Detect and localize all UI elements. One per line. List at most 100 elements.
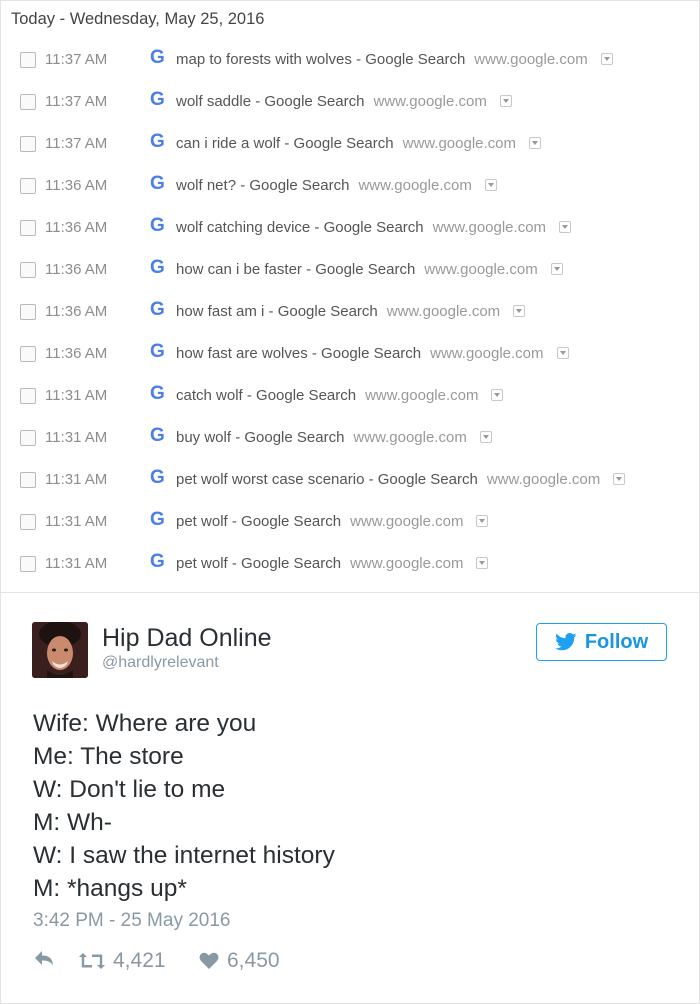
visit-time: 11:37 AM <box>45 51 108 68</box>
page-domain: www.google.com <box>353 429 467 446</box>
row-menu-chevron-icon[interactable] <box>559 221 572 233</box>
history-row[interactable]: 11:37 AM Gcan i ride a wolf - Google Sear… <box>1 123 699 165</box>
page-title-link[interactable]: pet wolf - Google Search <box>176 513 341 530</box>
row-checkbox[interactable] <box>20 52 36 68</box>
row-checkbox[interactable] <box>20 262 36 278</box>
google-favicon-icon: G <box>150 299 165 320</box>
row-menu-chevron-icon[interactable] <box>484 179 497 191</box>
history-row[interactable]: 11:31 AM Gpet wolf worst case scenario - … <box>1 459 699 501</box>
history-entry[interactable]: how fast am i - Google Search www.google.… <box>176 303 526 320</box>
page-title-link[interactable]: wolf net? - Google Search <box>176 177 349 194</box>
history-row[interactable]: 11:36 AM Ghow can i be faster - Google Se… <box>1 249 699 291</box>
history-row[interactable]: 11:36 AM Ghow fast am i - Google Search ww… <box>1 291 699 333</box>
history-row[interactable]: 11:36 AM Gwolf net? - Google Search www.go… <box>1 165 699 207</box>
row-menu-chevron-icon[interactable] <box>529 137 542 149</box>
visit-time: 11:37 AM <box>45 93 108 110</box>
row-checkbox[interactable] <box>20 556 36 572</box>
history-entry[interactable]: pet wolf - Google Search www.google.com <box>176 513 489 530</box>
row-checkbox[interactable] <box>20 94 36 110</box>
history-row[interactable]: 11:36 AM Ghow fast are wolves - Google Se… <box>1 333 699 375</box>
history-list: 11:37 AM Gmap to forests with wolves - Go… <box>1 39 699 585</box>
history-row[interactable]: 11:37 AM Gwolf saddle - Google Search www.… <box>1 81 699 123</box>
page-domain: www.google.com <box>424 261 538 278</box>
history-row[interactable]: 11:31 AM Gcatch wolf - Google Search www.g… <box>1 375 699 417</box>
history-row[interactable]: 11:31 AM Gbuy wolf - Google Search www.goo… <box>1 417 699 459</box>
page-title-link[interactable]: how can i be faster - Google Search <box>176 261 415 278</box>
google-favicon-icon: G <box>150 173 165 194</box>
page-title-link[interactable]: pet wolf worst case scenario - Google Se… <box>176 471 478 488</box>
follow-button[interactable]: Follow <box>536 623 667 661</box>
row-checkbox[interactable] <box>20 136 36 152</box>
google-favicon-icon: G <box>150 47 165 68</box>
tweet-timestamp[interactable]: 3:42 PM - 25 May 2016 <box>33 910 231 932</box>
row-checkbox[interactable] <box>20 304 36 320</box>
retweet-button[interactable]: 4,421 <box>79 949 166 973</box>
google-favicon-icon: G <box>150 509 165 530</box>
google-favicon-icon: G <box>150 551 165 572</box>
row-checkbox[interactable] <box>20 514 36 530</box>
page-domain: www.google.com <box>350 555 464 572</box>
history-row[interactable]: 11:36 AM Gwolf catching device - Google S… <box>1 207 699 249</box>
row-menu-chevron-icon[interactable] <box>600 53 613 65</box>
history-entry[interactable]: catch wolf - Google Search www.google.com <box>176 387 504 404</box>
row-checkbox[interactable] <box>20 472 36 488</box>
row-checkbox[interactable] <box>20 346 36 362</box>
page-title-link[interactable]: catch wolf - Google Search <box>176 387 356 404</box>
google-favicon-icon: G <box>150 467 165 488</box>
row-menu-chevron-icon[interactable] <box>613 473 626 485</box>
row-menu-chevron-icon[interactable] <box>513 305 526 317</box>
author-handle[interactable]: @hardlyrelevant <box>102 654 219 672</box>
row-menu-chevron-icon[interactable] <box>479 431 492 443</box>
row-checkbox[interactable] <box>20 220 36 236</box>
avatar[interactable] <box>32 622 88 678</box>
page-domain: www.google.com <box>432 219 547 236</box>
history-entry[interactable]: pet wolf - Google Search www.google.com <box>176 555 489 572</box>
row-menu-chevron-icon[interactable] <box>550 263 563 275</box>
history-entry[interactable]: pet wolf worst case scenario - Google Se… <box>176 471 626 488</box>
history-date-heading: Today - Wednesday, May 25, 2016 <box>11 10 265 28</box>
page-title-link[interactable]: how fast are wolves - Google Search <box>176 345 421 362</box>
follow-label: Follow <box>584 630 649 653</box>
reply-button[interactable] <box>33 949 55 967</box>
tweet-line: M: *hangs up* <box>33 875 187 902</box>
row-checkbox[interactable] <box>20 430 36 446</box>
tweet-line: Wife: Where are you <box>33 710 257 737</box>
visit-time: 11:31 AM <box>45 387 108 404</box>
page-title-link[interactable]: buy wolf - Google Search <box>176 429 344 446</box>
history-entry[interactable]: can i ride a wolf - Google Search www.goo… <box>176 135 542 152</box>
page-domain: www.google.com <box>486 471 601 488</box>
history-entry[interactable]: how can i be faster - Google Search www.g… <box>176 261 563 278</box>
row-checkbox[interactable] <box>20 178 36 194</box>
google-favicon-icon: G <box>150 425 165 446</box>
twitter-bird-icon <box>555 633 577 651</box>
row-menu-chevron-icon[interactable] <box>476 515 489 527</box>
row-menu-chevron-icon[interactable] <box>499 95 512 107</box>
visit-time: 11:37 AM <box>45 135 108 152</box>
history-entry[interactable]: wolf saddle - Google Search www.google.co… <box>176 93 512 110</box>
page-title-link[interactable]: wolf catching device - Google Search <box>176 219 424 236</box>
google-favicon-icon: G <box>150 257 165 278</box>
row-menu-chevron-icon[interactable] <box>476 557 489 569</box>
tweet-line: W: Don't lie to me <box>33 776 226 803</box>
row-menu-chevron-icon[interactable] <box>556 347 569 359</box>
row-checkbox[interactable] <box>20 388 36 404</box>
history-entry[interactable]: map to forests with wolves - Google Sear… <box>176 51 613 68</box>
history-entry[interactable]: how fast are wolves - Google Search www.g… <box>176 345 569 362</box>
history-row[interactable]: 11:31 AM Gpet wolf - Google Search www.goo… <box>1 543 699 585</box>
visit-time: 11:31 AM <box>45 513 108 530</box>
page-domain: www.google.com <box>350 513 464 530</box>
history-entry[interactable]: wolf net? - Google Search www.google.com <box>176 177 497 194</box>
page-title-link[interactable]: wolf saddle - Google Search <box>176 93 364 110</box>
history-row[interactable]: 11:31 AM Gpet wolf - Google Search www.goo… <box>1 501 699 543</box>
history-entry[interactable]: wolf catching device - Google Search www.… <box>176 219 572 236</box>
visit-time: 11:36 AM <box>45 177 108 194</box>
history-row[interactable]: 11:37 AM Gmap to forests with wolves - Go… <box>1 39 699 81</box>
author-name[interactable]: Hip Dad Online <box>102 624 272 653</box>
page-title-link[interactable]: pet wolf - Google Search <box>176 555 341 572</box>
page-title-link[interactable]: map to forests with wolves - Google Sear… <box>176 51 465 68</box>
page-title-link[interactable]: how fast am i - Google Search <box>176 303 378 320</box>
page-title-link[interactable]: can i ride a wolf - Google Search <box>176 135 394 152</box>
like-button[interactable]: 6,450 <box>199 949 280 973</box>
row-menu-chevron-icon[interactable] <box>491 389 504 401</box>
history-entry[interactable]: buy wolf - Google Search www.google.com <box>176 429 492 446</box>
